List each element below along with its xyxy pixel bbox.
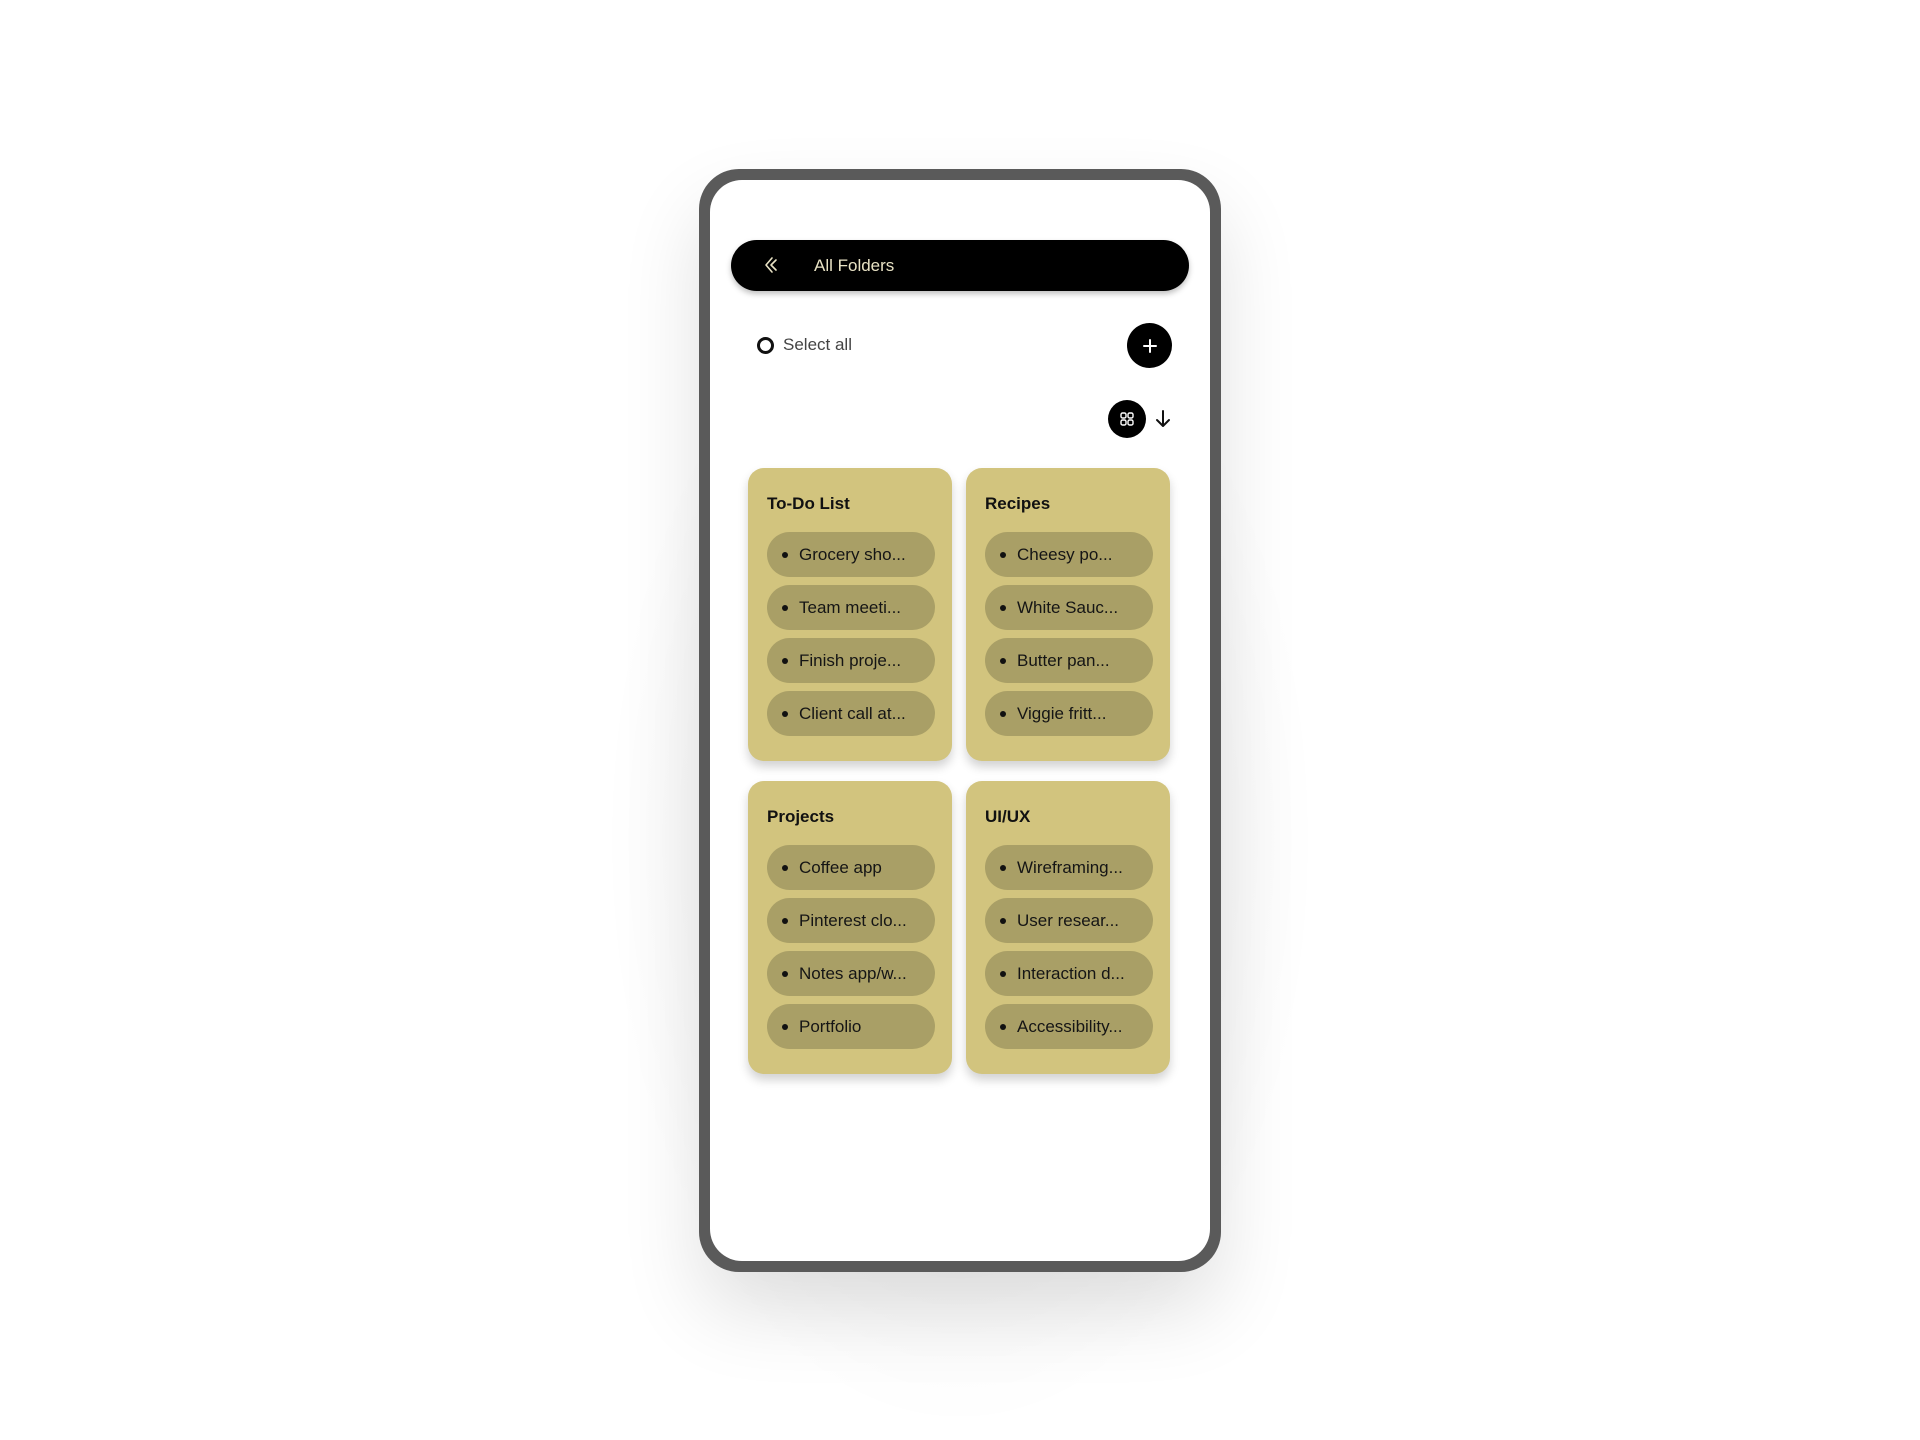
select-all-toggle[interactable]: Select all [757, 335, 852, 355]
folder-title: To-Do List [767, 494, 850, 513]
note-pill[interactable]: White Sauc... [985, 585, 1153, 630]
note-label: Butter pan... [1017, 650, 1110, 670]
note-pill[interactable]: Finish proje... [767, 638, 935, 683]
note-label: Interaction d... [1017, 963, 1125, 983]
note-label: Portfolio [799, 1016, 862, 1036]
bullet-icon [1000, 917, 1006, 924]
folder-title: UI/UX [985, 807, 1031, 826]
select-all-label: Select all [783, 335, 852, 354]
note-label: Notes app/w... [799, 963, 907, 983]
note-pill[interactable]: Client call at... [767, 691, 935, 736]
grid-view-icon [1120, 412, 1134, 426]
note-pill[interactable]: Butter pan... [985, 638, 1153, 683]
page-title: All Folders [814, 256, 895, 275]
bullet-icon [1000, 970, 1006, 977]
phone-screen: All Folders Select all To-Do List Grocer… [710, 180, 1210, 1261]
arrow-down-icon[interactable] [1152, 408, 1174, 430]
folder-title: Projects [767, 807, 835, 826]
note-pill[interactable]: Team meeti... [767, 585, 935, 630]
note-pill[interactable]: User resear... [985, 898, 1153, 943]
bullet-icon [1000, 551, 1006, 558]
bullet-icon [1000, 657, 1006, 664]
note-pill[interactable]: Viggie fritt... [985, 691, 1153, 736]
phone-frame: All Folders Select all To-Do List Grocer… [699, 169, 1221, 1272]
note-label: Finish proje... [799, 650, 902, 670]
bullet-icon [782, 657, 788, 664]
folder-card-recipes[interactable]: Recipes Cheesy po... White Sauc... Butte… [966, 468, 1170, 761]
chevron-left-icon[interactable] [761, 255, 781, 275]
bullet-icon [782, 970, 788, 977]
note-pill[interactable]: Notes app/w... [767, 951, 935, 996]
note-label: Wireframing... [1017, 857, 1123, 877]
bullet-icon [1000, 864, 1006, 871]
page: All Folders Select all To-Do List Grocer… [0, 0, 1920, 1440]
bullet-icon [782, 710, 788, 717]
radio-circle-icon[interactable] [757, 336, 774, 354]
plus-icon [1142, 338, 1157, 353]
grid-view-button[interactable] [1108, 400, 1146, 438]
folder-title: Recipes [985, 494, 1051, 513]
note-label: Cheesy po... [1017, 544, 1113, 564]
note-pill[interactable]: Accessibility... [985, 1004, 1153, 1049]
note-pill[interactable]: Cheesy po... [985, 532, 1153, 577]
note-pill[interactable]: Pinterest clo... [767, 898, 935, 943]
note-pill[interactable]: Portfolio [767, 1004, 935, 1049]
note-label: Client call at... [799, 703, 906, 723]
note-label: Accessibility... [1017, 1016, 1123, 1036]
bullet-icon [782, 1023, 788, 1030]
bullet-icon [1000, 1023, 1006, 1030]
bullet-icon [1000, 710, 1006, 717]
bullet-icon [1000, 604, 1006, 611]
note-label: Viggie fritt... [1017, 703, 1107, 723]
note-label: Team meeti... [799, 597, 902, 617]
note-label: Pinterest clo... [799, 910, 907, 930]
add-folder-button[interactable] [1127, 323, 1172, 368]
bullet-icon [782, 864, 788, 871]
note-pill[interactable]: Coffee app [767, 845, 935, 890]
bullet-icon [782, 551, 788, 558]
note-pill[interactable]: Wireframing... [985, 845, 1153, 890]
header-bar: All Folders [731, 240, 1189, 291]
folder-card-projects[interactable]: Projects Coffee app Pinterest clo... Not… [748, 781, 952, 1074]
folder-card-todo[interactable]: To-Do List Grocery sho... Team meeti... … [748, 468, 952, 761]
bullet-icon [782, 917, 788, 924]
note-label: Grocery sho... [799, 544, 906, 564]
folder-card-uiux[interactable]: UI/UX Wireframing... User resear... Inte… [966, 781, 1170, 1074]
bullet-icon [782, 604, 788, 611]
note-label: Coffee app [799, 857, 882, 877]
note-label: White Sauc... [1017, 597, 1119, 617]
note-label: User resear... [1017, 910, 1120, 930]
note-pill[interactable]: Grocery sho... [767, 532, 935, 577]
note-pill[interactable]: Interaction d... [985, 951, 1153, 996]
